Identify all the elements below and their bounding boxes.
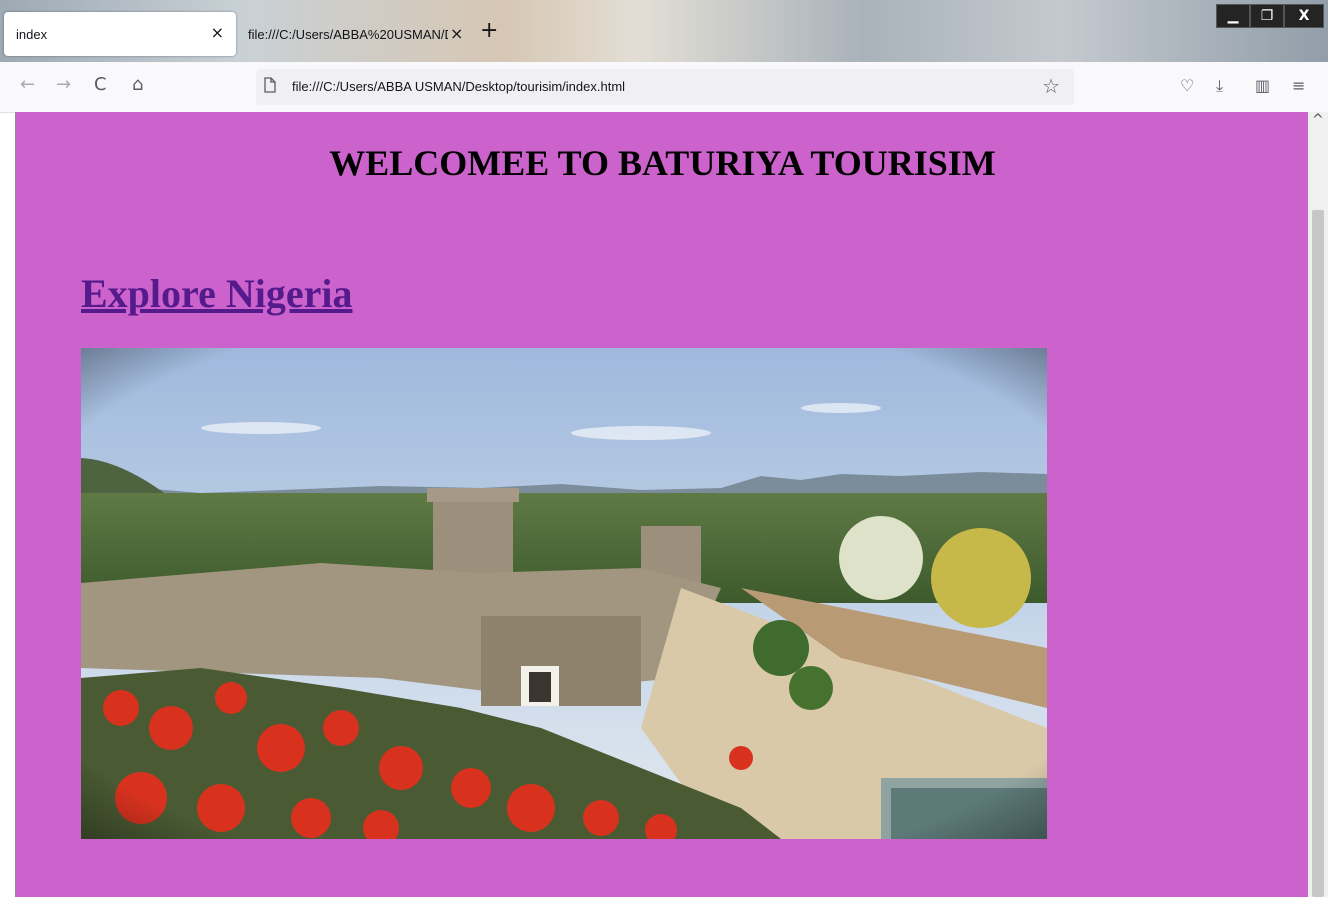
- browser-toolbar: ← → C ⌂ file:///C:/Users/ABBA USMAN/Desk…: [0, 62, 1328, 113]
- tab-title: index: [16, 27, 48, 42]
- new-tab-button[interactable]: +: [480, 20, 498, 42]
- sidebar-icon[interactable]: ▥: [1255, 76, 1270, 95]
- window-maximize-button[interactable]: ❐: [1250, 4, 1284, 28]
- download-icon[interactable]: ⤓: [1216, 76, 1223, 96]
- reload-icon[interactable]: C: [94, 74, 107, 95]
- tab-close-icon[interactable]: ×: [450, 24, 463, 43]
- home-icon[interactable]: ⌂: [132, 74, 143, 95]
- scrollbar[interactable]: ^: [1308, 112, 1328, 897]
- window-minimize-button[interactable]: ▁: [1216, 4, 1250, 28]
- url-bar[interactable]: file:///C:/Users/ABBA USMAN/Desktop/tour…: [256, 69, 1074, 105]
- page-icon: [264, 77, 276, 93]
- pocket-icon[interactable]: ♡: [1180, 76, 1194, 95]
- bookmark-star-icon[interactable]: ☆: [1042, 74, 1060, 98]
- explore-nigeria-link[interactable]: Explore Nigeria: [81, 270, 352, 317]
- forward-arrow-icon[interactable]: →: [56, 74, 71, 95]
- scrollbar-thumb[interactable]: [1312, 210, 1324, 897]
- back-arrow-icon[interactable]: ←: [20, 74, 35, 95]
- castle-landscape-image: [81, 348, 1047, 839]
- page-heading: WELCOMEE TO BATURIYA TOURISIM: [329, 143, 996, 183]
- tab-title: file:///C:/Users/ABBA%20USMAN/D: [248, 27, 448, 42]
- page-body: WELCOMEE TO BATURIYA TOURISIM Explore Ni…: [15, 112, 1309, 897]
- url-text[interactable]: file:///C:/Users/ABBA USMAN/Desktop/tour…: [292, 79, 625, 94]
- tab-file[interactable]: file:///C:/Users/ABBA%20USMAN/D ×: [238, 14, 470, 54]
- scroll-up-arrow-icon[interactable]: ^: [1312, 112, 1324, 128]
- tab-index[interactable]: index ×: [4, 12, 236, 56]
- tab-strip: index × file:///C:/Users/ABBA%20USMAN/D …: [0, 0, 1328, 62]
- menu-icon[interactable]: ≡: [1292, 76, 1305, 95]
- window-close-button[interactable]: X: [1284, 4, 1324, 28]
- tab-close-icon[interactable]: ×: [211, 23, 224, 42]
